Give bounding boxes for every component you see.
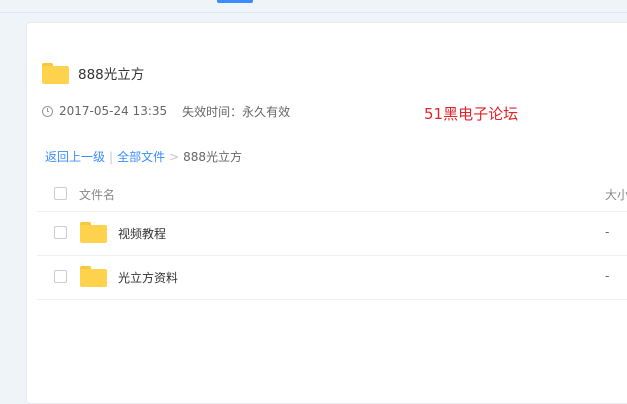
share-meta: 2017-05-24 13:35 失效时间：永久有效 bbox=[42, 102, 290, 120]
top-divider bbox=[0, 12, 627, 13]
file-row[interactable]: 视频教程 - bbox=[37, 211, 627, 256]
file-size: - bbox=[605, 269, 610, 283]
chevron-right-icon: > bbox=[169, 149, 180, 164]
share-panel: 888光立方 2017-05-24 13:35 失效时间：永久有效 51黑电子论… bbox=[26, 22, 627, 404]
file-size: - bbox=[605, 225, 610, 239]
clock-icon bbox=[42, 105, 53, 117]
watermark-text: 51黑电子论坛 bbox=[424, 105, 519, 123]
folder-icon bbox=[80, 222, 107, 243]
folder-icon bbox=[42, 62, 69, 84]
column-header-size[interactable]: 大小 bbox=[605, 186, 627, 203]
share-date: 2017-05-24 13:35 bbox=[59, 104, 168, 118]
breadcrumb-divider: | bbox=[109, 149, 114, 164]
active-tab-indicator bbox=[217, 0, 253, 3]
breadcrumb-current: 888光立方 bbox=[183, 150, 243, 164]
all-files-link[interactable]: 全部文件 bbox=[117, 148, 165, 165]
file-name[interactable]: 视频教程 bbox=[118, 225, 166, 242]
back-link[interactable]: 返回上一级 bbox=[45, 148, 105, 165]
select-all-checkbox[interactable] bbox=[54, 187, 67, 200]
breadcrumb: 返回上一级 | 全部文件 > 888光立方 bbox=[45, 148, 242, 165]
expiry-text: 失效时间：永久有效 bbox=[182, 104, 291, 119]
column-header-name[interactable]: 文件名 bbox=[79, 186, 115, 203]
share-title: 888光立方 bbox=[78, 67, 145, 83]
file-row[interactable]: 光立方资料 - bbox=[37, 255, 627, 300]
row-checkbox[interactable] bbox=[54, 226, 67, 239]
folder-icon bbox=[80, 266, 107, 287]
file-list-header: 文件名 大小 bbox=[37, 181, 627, 212]
share-header: 888光立方 bbox=[42, 61, 144, 85]
file-name[interactable]: 光立方资料 bbox=[118, 269, 178, 286]
row-checkbox[interactable] bbox=[54, 270, 67, 283]
